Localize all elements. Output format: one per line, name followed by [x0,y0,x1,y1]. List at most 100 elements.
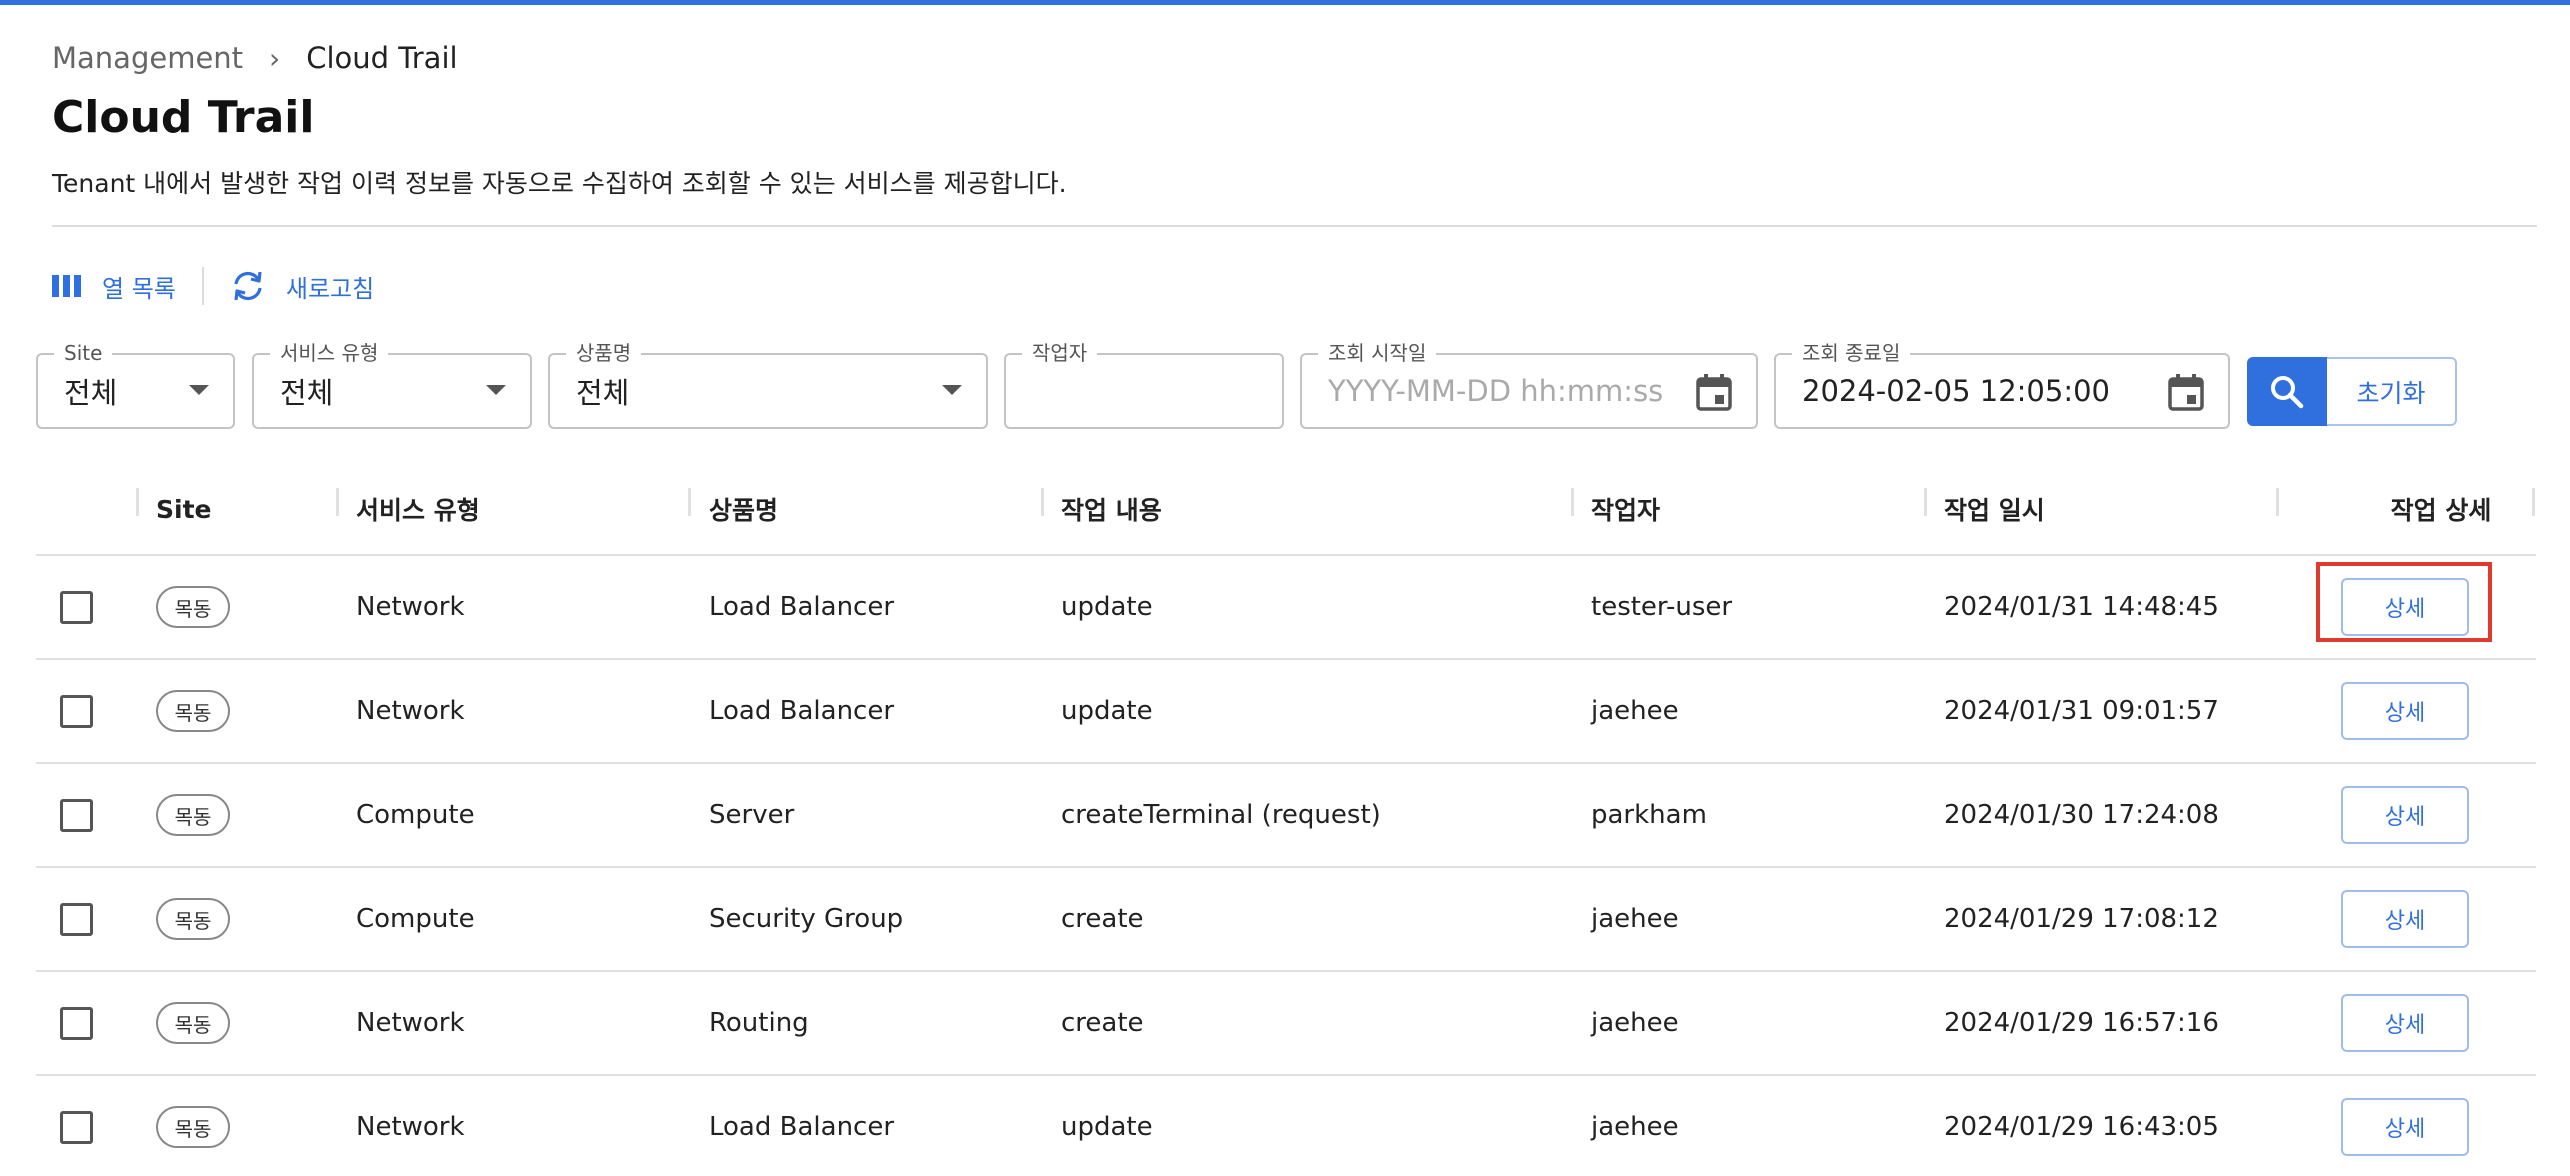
worker-input-label: 작업자 [1022,341,1098,365]
cell-datetime: 2024/01/29 16:43:05 [1944,1112,2219,1142]
site-select[interactable]: Site 전체 [36,341,235,429]
column-header-product[interactable]: 상품명 [709,462,778,556]
cell-product: Load Balancer [709,592,895,622]
site-chip: 목동 [156,794,230,836]
calendar-icon[interactable] [1696,373,1732,411]
column-separator [1041,488,1044,516]
site-chip: 목동 [156,1106,230,1148]
cell-datetime: 2024/01/31 09:01:57 [1944,696,2219,726]
page-description: Tenant 내에서 발생한 작업 이력 정보를 자동으로 수집하여 조회할 수… [52,169,1067,198]
end-date-input[interactable]: 조회 종료일 2024-02-05 12:05:00 [1774,341,2230,429]
row-checkbox[interactable] [60,695,93,728]
top-accent-bar [0,0,2570,5]
detail-button[interactable]: 상세 [2341,786,2469,844]
row-checkbox[interactable] [60,591,93,624]
cell-datetime: 2024/01/29 16:57:16 [1944,1008,2219,1038]
cell-service-type: Compute [356,800,475,830]
column-header-site[interactable]: Site [156,462,211,556]
site-chip: 목동 [156,586,230,628]
column-separator [336,488,339,516]
column-separator [1924,488,1927,516]
table-row: 목동 Compute Server createTerminal (reques… [36,764,2536,868]
product-select[interactable]: 상품명 전체 [548,341,988,429]
start-date-placeholder: YYYY-MM-DD hh:mm:ss [1328,374,1664,408]
column-header-action[interactable]: 작업 내용 [1061,462,1162,556]
cell-worker: tester-user [1591,592,1733,622]
cell-datetime: 2024/01/30 17:24:08 [1944,800,2219,830]
search-button[interactable] [2247,357,2327,426]
breadcrumb: Management › Cloud Trail [52,38,458,78]
cell-worker: jaehee [1591,1112,1679,1142]
row-checkbox[interactable] [60,903,93,936]
toolbar-separator [201,267,204,305]
calendar-icon[interactable] [2168,373,2204,411]
breadcrumb-current: Cloud Trail [306,41,458,75]
site-chip: 목동 [156,1002,230,1044]
cell-action: update [1061,592,1153,622]
cell-action: update [1061,696,1153,726]
refresh-label: 새로고침 [285,274,375,303]
reset-button[interactable]: 초기화 [2327,357,2457,426]
cell-datetime: 2024/01/31 14:48:45 [1944,592,2219,622]
column-header-detail: 작업 상세 [2390,496,2492,525]
column-separator [2276,488,2279,516]
service-type-select[interactable]: 서비스 유형 전체 [252,341,532,429]
cell-service-type: Network [356,1008,465,1038]
column-separator [688,488,691,516]
refresh-icon [234,271,262,301]
cell-worker: jaehee [1591,904,1679,934]
detail-button[interactable]: 상세 [2341,1098,2469,1156]
cell-product: Security Group [709,904,904,934]
table-header: Site 서비스 유형 상품명 작업 내용 작업자 작업 일시 작업 상세 [36,462,2536,556]
row-checkbox[interactable] [60,1007,93,1040]
header-divider [52,225,2537,227]
cell-product: Load Balancer [709,696,895,726]
product-select-value: 전체 [576,376,630,410]
cell-worker: parkham [1591,800,1707,830]
cell-service-type: Network [356,592,465,622]
page-title: Cloud Trail [52,92,315,143]
cell-product: Routing [709,1008,809,1038]
start-date-input[interactable]: 조회 시작일 YYYY-MM-DD hh:mm:ss [1300,341,1758,429]
cell-action: createTerminal (request) [1061,800,1381,830]
column-list-button[interactable]: 열 목록 [52,269,176,304]
column-header-worker[interactable]: 작업자 [1591,462,1660,556]
detail-button[interactable]: 상세 [2341,890,2469,948]
refresh-button[interactable]: 새로고침 [230,269,374,304]
caret-down-icon [486,385,506,395]
column-separator [2532,488,2535,516]
worker-input[interactable]: 작업자 [1004,341,1284,429]
site-select-value: 전체 [64,376,118,410]
site-chip: 목동 [156,690,230,732]
column-header-service-type[interactable]: 서비스 유형 [356,462,480,556]
cell-product: Server [709,800,795,830]
cell-action: update [1061,1112,1153,1142]
row-checkbox[interactable] [60,799,93,832]
cell-service-type: Network [356,696,465,726]
breadcrumb-parent[interactable]: Management [52,41,243,75]
table-row: 목동 Network Load Balancer update jaehee 2… [36,1076,2536,1176]
search-icon [2271,375,2304,408]
table-row: 목동 Network Routing create jaehee 2024/01… [36,972,2536,1076]
detail-button[interactable]: 상세 [2341,994,2469,1052]
table-row: 목동 Network Load Balancer update jaehee 2… [36,660,2536,764]
toolbar: 열 목록 새로고침 [52,266,374,306]
cell-worker: jaehee [1591,696,1679,726]
caret-down-icon [942,385,962,395]
cell-datetime: 2024/01/29 17:08:12 [1944,904,2219,934]
service-type-select-value: 전체 [280,376,334,410]
site-chip: 목동 [156,898,230,940]
column-list-label: 열 목록 [102,274,176,303]
chevron-right-icon: › [269,41,281,75]
table-row: 목동 Compute Security Group create jaehee … [36,868,2536,972]
detail-button[interactable]: 상세 [2341,578,2469,636]
column-header-datetime[interactable]: 작업 일시 [1944,462,2045,556]
cell-product: Load Balancer [709,1112,895,1142]
cell-worker: jaehee [1591,1008,1679,1038]
table-row: 목동 Network Load Balancer update tester-u… [36,556,2536,660]
row-checkbox[interactable] [60,1111,93,1144]
cell-service-type: Network [356,1112,465,1142]
detail-button[interactable]: 상세 [2341,682,2469,740]
history-table: Site 서비스 유형 상품명 작업 내용 작업자 작업 일시 작업 상세 목동… [36,462,2536,1176]
column-separator [136,488,139,516]
